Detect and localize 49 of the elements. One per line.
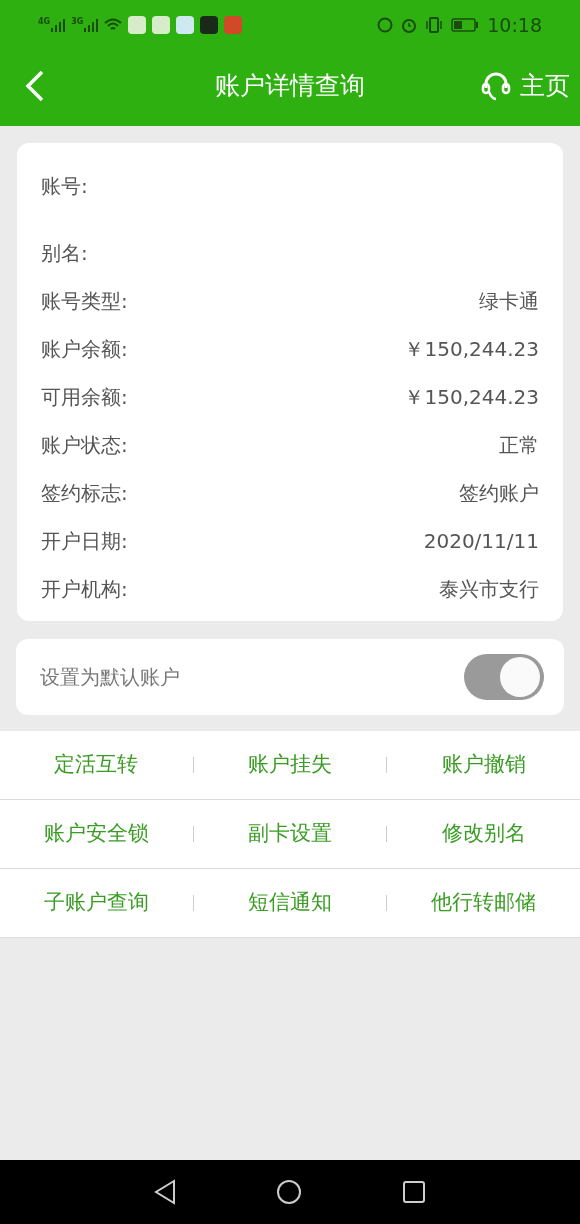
action-link[interactable]: 定活互转 <box>0 749 193 781</box>
app-notification-icon <box>152 16 171 34</box>
alarm-icon <box>401 17 418 33</box>
wifi-icon <box>104 18 123 32</box>
page-title: 账户详情查询 <box>215 70 365 103</box>
detail-value: ￥150,244.23 <box>404 384 539 411</box>
detail-value: 泰兴市支行 <box>439 576 539 603</box>
home-nav-icon[interactable] <box>276 1179 302 1205</box>
detail-label: 账户余额: <box>41 336 128 363</box>
app-notification-icon <box>224 16 243 34</box>
detail-value: 正常 <box>499 432 539 459</box>
recents-nav-icon[interactable] <box>402 1180 426 1204</box>
detail-value: ￥150,244.23 <box>404 336 539 363</box>
app-notification-icon <box>128 16 147 34</box>
action-link[interactable]: 他行转邮储 <box>387 887 580 919</box>
detail-label: 可用余额: <box>41 384 128 411</box>
action-link[interactable]: 账户安全锁 <box>0 818 193 850</box>
back-icon <box>25 70 45 102</box>
headset-icon <box>480 70 512 102</box>
detail-label: 账号: <box>41 173 88 200</box>
detail-label: 别名: <box>41 240 88 267</box>
action-link[interactable]: 副卡设置 <box>193 818 387 850</box>
battery-icon <box>451 18 480 32</box>
detail-label: 账户状态: <box>41 432 128 459</box>
action-link[interactable]: 短信通知 <box>193 887 387 919</box>
signal-icon <box>51 18 66 32</box>
detail-label: 签约标志: <box>41 480 128 507</box>
network-label: 4G <box>38 18 51 26</box>
back-nav-icon[interactable] <box>154 1179 176 1205</box>
app-notification-icon <box>200 16 219 34</box>
detail-value: 签约账户 <box>459 480 539 507</box>
detail-label: 开户日期: <box>41 528 128 555</box>
toggle-switch[interactable] <box>464 654 544 700</box>
network-label: 3G <box>71 18 84 26</box>
detail-label: 账号类型: <box>41 288 128 315</box>
signal-icon <box>84 18 99 32</box>
app-notification-icon <box>176 16 195 34</box>
detail-label: 开户机构: <box>41 576 128 603</box>
vibrate-icon <box>425 17 444 33</box>
action-link[interactable]: 账户挂失 <box>193 749 387 781</box>
clock-time: 10:18 <box>487 12 542 38</box>
action-link[interactable]: 修改别名 <box>387 818 580 850</box>
home-button[interactable]: 主页 <box>480 67 570 105</box>
default-account-label: 设置为默认账户 <box>40 664 180 691</box>
data-saver-icon <box>377 17 394 33</box>
action-link[interactable]: 账户撤销 <box>387 749 580 781</box>
detail-value: 绿卡通 <box>479 288 539 315</box>
detail-value: 2020/11/11 <box>423 528 539 555</box>
action-link[interactable]: 子账户查询 <box>0 887 193 919</box>
